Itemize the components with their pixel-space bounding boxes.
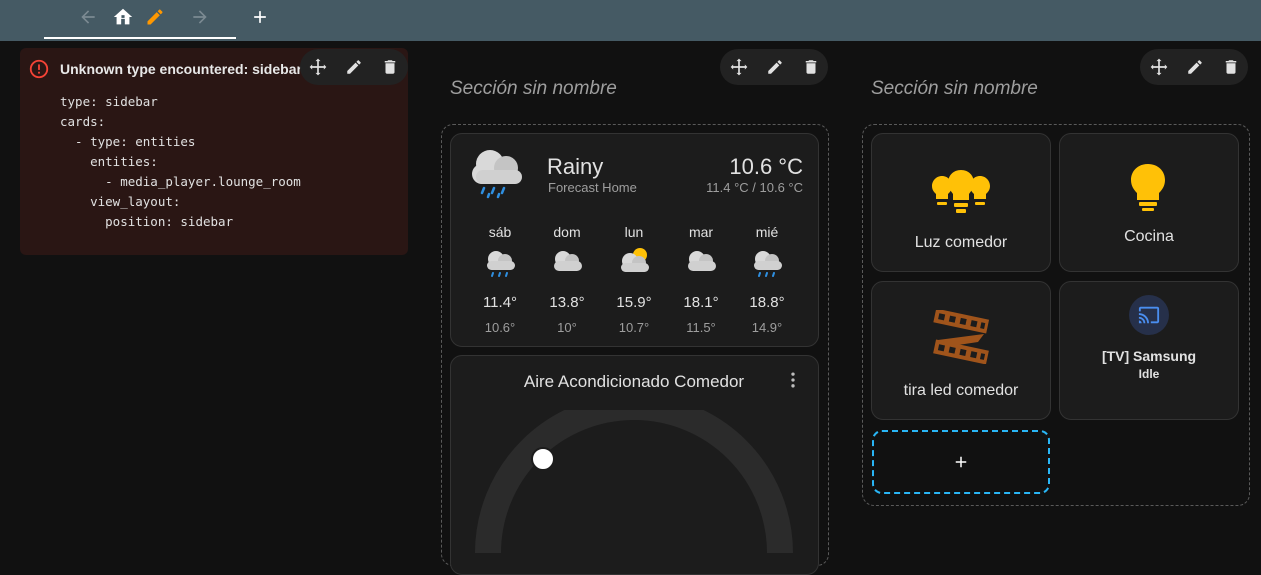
forecast-day: mar xyxy=(688,224,714,240)
add-card-button[interactable] xyxy=(872,430,1050,494)
card-edit-controls xyxy=(300,49,408,85)
rainy-icon xyxy=(470,246,530,280)
active-view-indicator xyxy=(44,37,236,39)
tile-label: Luz comedor xyxy=(914,234,1008,251)
weather-temperature: 10.6 °C xyxy=(729,154,803,179)
tile-label: [TV] Samsung xyxy=(1101,348,1197,364)
delete-icon[interactable] xyxy=(799,55,823,79)
alert-circle-icon xyxy=(28,58,50,80)
tile-label: tira led comedor xyxy=(903,382,1019,399)
section-edit-controls xyxy=(1140,49,1248,85)
edit-icon[interactable] xyxy=(1183,55,1207,79)
thermostat-dial[interactable] xyxy=(470,410,798,553)
forecast-low: 10.6° xyxy=(484,320,516,335)
lightbulb-icon xyxy=(1128,162,1168,212)
forecast-day: sáb xyxy=(488,224,512,240)
forecast-high: 18.1° xyxy=(683,294,719,311)
top-toolbar xyxy=(0,0,1261,41)
forecast-low: 11.5° xyxy=(686,320,716,335)
rainy-icon xyxy=(468,144,530,200)
weather-condition: Rainy xyxy=(547,154,604,179)
home-icon[interactable] xyxy=(111,5,135,29)
delete-icon[interactable] xyxy=(378,55,402,79)
forecast-low: 10.7° xyxy=(618,320,650,335)
more-vert-icon[interactable] xyxy=(783,370,803,390)
plus-icon xyxy=(955,456,967,468)
cloudy-icon xyxy=(671,246,731,280)
arrow-left-icon[interactable] xyxy=(76,5,100,29)
ceiling-lights-icon xyxy=(930,168,992,216)
forecast-day: dom xyxy=(553,224,581,240)
forecast-high: 11.4° xyxy=(482,294,518,311)
forecast-high: 15.9° xyxy=(616,294,652,311)
rainy-icon xyxy=(737,246,797,280)
thermostat-title: Aire Acondicionado Comedor xyxy=(523,372,745,391)
tile-state: Idle xyxy=(1138,367,1160,381)
error-yaml: type: sidebar cards: - type: entities en… xyxy=(60,94,301,229)
move-icon[interactable] xyxy=(1147,55,1171,79)
led-strip-icon xyxy=(930,310,992,364)
thermostat-handle xyxy=(531,447,555,471)
cast-icon xyxy=(1129,295,1169,335)
weather-high-low: 11.4 °C / 10.6 °C xyxy=(706,180,803,195)
section-title: Sección sin nombre xyxy=(450,78,617,99)
move-icon[interactable] xyxy=(727,55,751,79)
error-title: Unknown type encountered: sidebar xyxy=(60,61,302,77)
forecast-low: 10° xyxy=(557,320,577,335)
forecast-high: 13.8° xyxy=(549,294,585,311)
section-edit-controls xyxy=(720,49,828,85)
forecast-low: 14.9° xyxy=(751,320,783,335)
forecast-high: 18.8° xyxy=(749,294,785,311)
pencil-icon[interactable] xyxy=(143,5,167,29)
weather-location: Forecast Home xyxy=(548,180,637,195)
arrow-right-icon[interactable] xyxy=(188,5,212,29)
cloudy-icon xyxy=(537,246,597,280)
delete-icon[interactable] xyxy=(1219,55,1243,79)
tile-label: Cocina xyxy=(1124,228,1174,245)
partly-cloudy-icon xyxy=(604,246,664,280)
edit-icon[interactable] xyxy=(342,55,366,79)
move-icon[interactable] xyxy=(306,55,330,79)
forecast-day: lun xyxy=(624,224,644,240)
section-title: Sección sin nombre xyxy=(871,78,1038,99)
forecast-day: mié xyxy=(755,224,779,240)
edit-icon[interactable] xyxy=(763,55,787,79)
plus-icon[interactable] xyxy=(248,5,272,29)
